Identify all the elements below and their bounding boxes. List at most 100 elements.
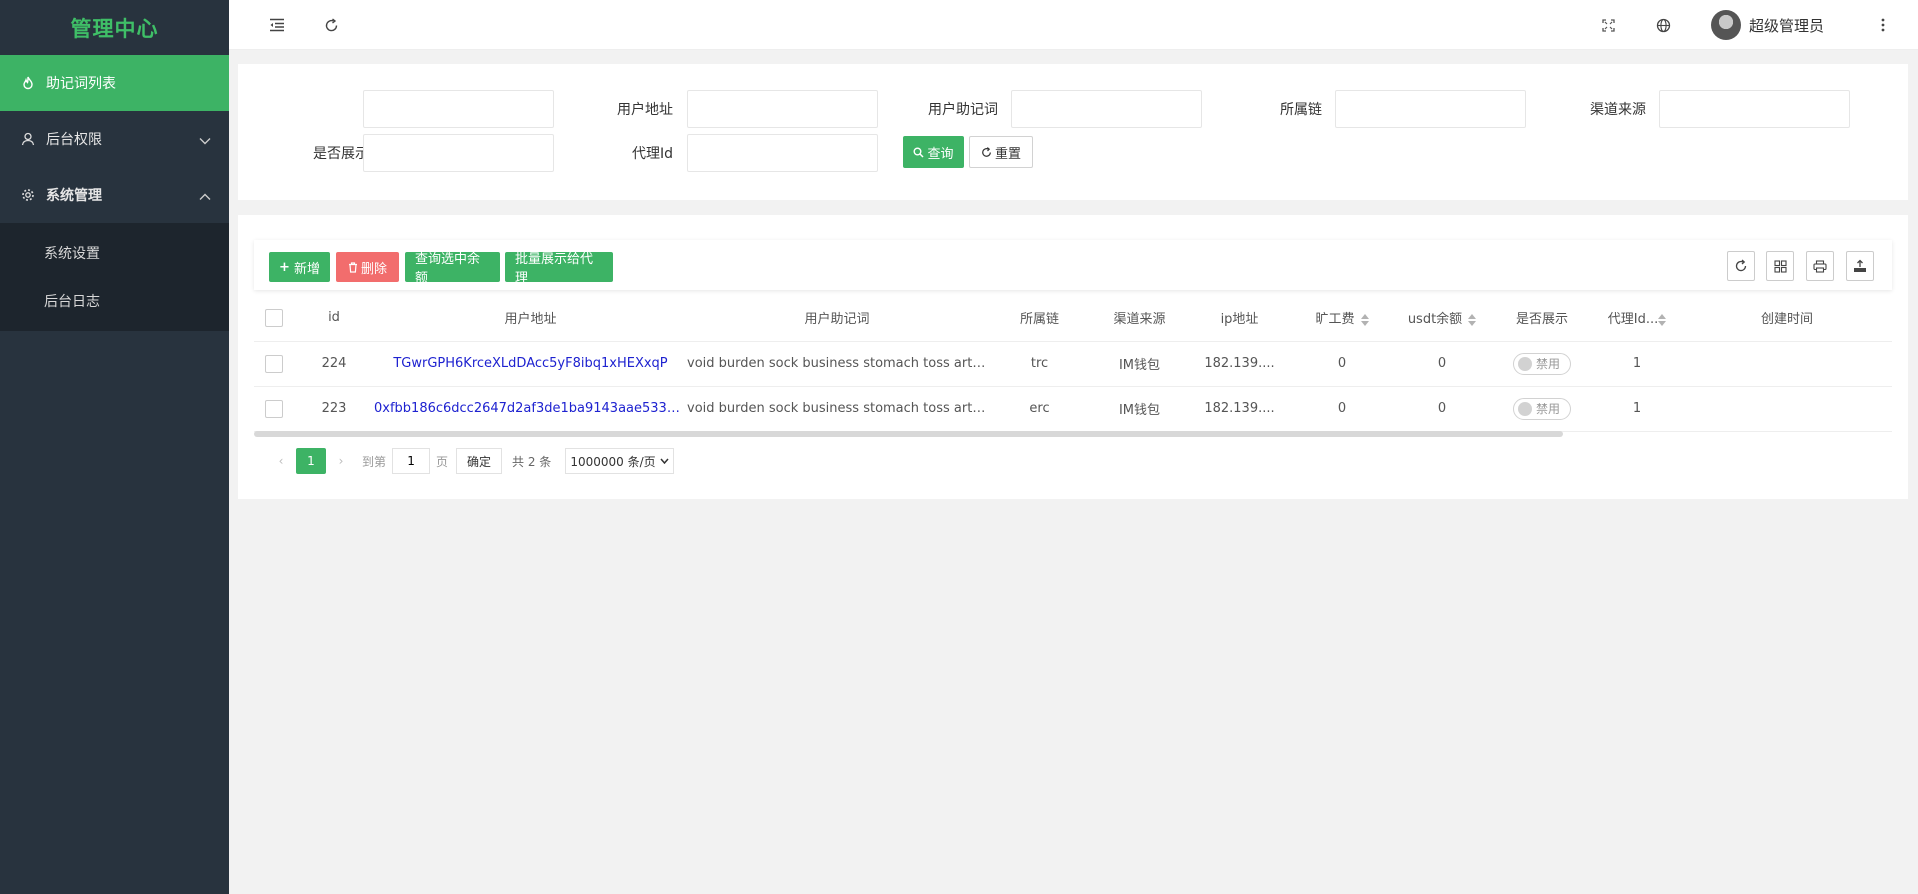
label-user-mnemonic: 用户助记词	[928, 102, 998, 118]
cell-id: 223	[294, 386, 374, 432]
row-checkbox[interactable]	[265, 354, 283, 373]
cell-mnemonic: void burden sock business stomach toss a…	[687, 386, 987, 432]
prev-page-icon[interactable]: ‹	[266, 454, 296, 468]
goto-label: 到第	[362, 454, 387, 469]
agent-id-input[interactable]	[687, 134, 878, 172]
delete-button[interactable]: 删除	[336, 252, 399, 282]
fullscreen-icon[interactable]	[1595, 12, 1621, 38]
column-header[interactable]: id	[294, 295, 374, 342]
cell-usdt: 0	[1392, 341, 1492, 387]
refresh-icon[interactable]	[318, 12, 344, 38]
column-header-usdt[interactable]: usdt余额	[1392, 295, 1492, 342]
print-icon[interactable]	[1806, 251, 1834, 281]
show-toggle[interactable]: 禁用	[1513, 397, 1571, 420]
page-1-button[interactable]: 1	[296, 448, 326, 474]
table-row[interactable]: 224 TGwrGPH6KrceXLdDAcc5yF8ibq1xHEXxqP v…	[254, 341, 1892, 387]
more-vertical-icon[interactable]	[1870, 12, 1896, 38]
sidebar-subitem-system-settings[interactable]: 系统设置	[0, 229, 229, 277]
sidebar-item-label: 后台权限	[46, 132, 102, 148]
trash-icon	[348, 261, 358, 273]
select-all-cell	[254, 295, 294, 342]
top-header: 超级管理员	[229, 0, 1918, 50]
batch-show-to-agent-button[interactable]: 批量展示给代理	[505, 252, 613, 286]
table-panel: + 新增 删除 查询选中余额 批量展示给代理 id 用户地址 用户助记词 所属链…	[238, 215, 1908, 499]
column-header[interactable]: 创建时间	[1682, 295, 1892, 342]
app-title: 管理中心	[70, 16, 159, 41]
page-size-select[interactable]: 1000000 条/页	[565, 448, 674, 474]
is-shown-input[interactable]	[363, 134, 554, 172]
cell-address[interactable]: 0xfbb186c6dcc2647d2af3de1ba9143aae5331ee…	[374, 386, 687, 432]
sidebar: 管理中心 助记词列表 后台权限 系统管理 系统设置 后台日志	[0, 0, 229, 894]
select-all-checkbox[interactable]	[265, 308, 283, 327]
search-icon	[913, 147, 925, 158]
user-menu[interactable]: 超级管理员	[1711, 9, 1824, 41]
chevron-up-icon	[199, 189, 211, 205]
query-button[interactable]: 查询	[903, 136, 964, 168]
reset-icon	[981, 146, 992, 158]
refresh-icon[interactable]	[1727, 251, 1755, 281]
column-header[interactable]: ip地址	[1187, 295, 1292, 342]
globe-icon[interactable]	[1650, 12, 1676, 38]
channel-source-input[interactable]	[1659, 90, 1850, 128]
table-toolbar: + 新增 删除 查询选中余额 批量展示给代理	[254, 240, 1892, 290]
column-header[interactable]: 所属链	[987, 295, 1092, 342]
cell-source: IM钱包	[1092, 341, 1187, 387]
user-address-input[interactable]	[687, 90, 878, 128]
label-is-shown: 是否展示	[313, 146, 369, 162]
cell-created	[1682, 341, 1892, 387]
table-header-row: id 用户地址 用户助记词 所属链 渠道来源 ip地址 旷工费 usdt余额 是…	[254, 295, 1892, 342]
chevron-down-icon	[199, 133, 211, 149]
column-header-agent[interactable]: 代理Id...	[1592, 295, 1682, 342]
cell-chain: trc	[987, 341, 1092, 387]
cell-mnemonic: void burden sock business stomach toss a…	[687, 341, 987, 387]
gear-icon	[20, 187, 36, 203]
cell-chain: erc	[987, 386, 1092, 432]
flame-icon	[20, 75, 36, 91]
cell-fee: 0	[1292, 341, 1392, 387]
page-suffix: 页	[436, 454, 449, 469]
cell-agent: 1	[1592, 386, 1682, 432]
reset-button[interactable]: 重置	[969, 136, 1033, 168]
sidebar-subitem-admin-logs[interactable]: 后台日志	[0, 277, 229, 325]
column-header[interactable]: 用户地址	[374, 295, 687, 342]
search-panel: id 用户地址 用户助记词 所属链 渠道来源 是否展示 代理Id 查询 重置	[238, 64, 1908, 200]
label-agent-id: 代理Id	[631, 146, 673, 162]
toggle-knob	[1518, 401, 1532, 416]
label-channel-source: 渠道来源	[1590, 102, 1646, 118]
horizontal-scrollbar[interactable]	[254, 431, 1563, 437]
chain-input[interactable]	[1335, 90, 1526, 128]
goto-page-input[interactable]	[392, 448, 431, 474]
cell-ip: 182.139....	[1187, 341, 1292, 387]
goto-confirm-button[interactable]: 确定	[456, 448, 503, 474]
sort-icon[interactable]	[1360, 313, 1369, 326]
table-row[interactable]: 223 0xfbb186c6dcc2647d2af3de1ba9143aae53…	[254, 386, 1892, 432]
column-header[interactable]: 用户助记词	[687, 295, 987, 342]
next-page-icon[interactable]: ›	[326, 454, 356, 468]
column-header[interactable]: 渠道来源	[1092, 295, 1187, 342]
chevron-down-icon	[660, 458, 669, 464]
show-toggle[interactable]: 禁用	[1513, 352, 1571, 375]
query-selected-balance-button[interactable]: 查询选中余额	[405, 252, 500, 286]
add-button[interactable]: + 新增	[269, 252, 330, 282]
column-header-fee[interactable]: 旷工费	[1292, 295, 1392, 342]
sidebar-item-label: 系统管理	[46, 188, 102, 204]
cell-agent: 1	[1592, 341, 1682, 387]
label-user-address: 用户地址	[617, 102, 673, 118]
mnemonic-table: id 用户地址 用户助记词 所属链 渠道来源 ip地址 旷工费 usdt余额 是…	[254, 295, 1892, 432]
cell-created	[1682, 386, 1892, 432]
sort-icon[interactable]	[1658, 313, 1667, 326]
id-input[interactable]	[363, 90, 554, 128]
cell-fee: 0	[1292, 386, 1392, 432]
user-mnemonic-input[interactable]	[1011, 90, 1202, 128]
menu-fold-icon[interactable]	[264, 12, 290, 38]
sidebar-item-system-management[interactable]: 系统管理	[0, 167, 229, 223]
sidebar-item-admin-permissions[interactable]: 后台权限	[0, 111, 229, 167]
columns-icon[interactable]	[1766, 251, 1794, 281]
plus-icon: +	[279, 259, 290, 275]
row-checkbox[interactable]	[265, 399, 283, 418]
export-icon[interactable]	[1846, 251, 1874, 281]
sort-icon[interactable]	[1468, 313, 1477, 326]
column-header[interactable]: 是否展示	[1492, 295, 1592, 342]
cell-address[interactable]: TGwrGPH6KrceXLdDAcc5yF8ibq1xHEXxqP	[374, 341, 687, 387]
sidebar-item-mnemonic-list[interactable]: 助记词列表	[0, 55, 229, 111]
